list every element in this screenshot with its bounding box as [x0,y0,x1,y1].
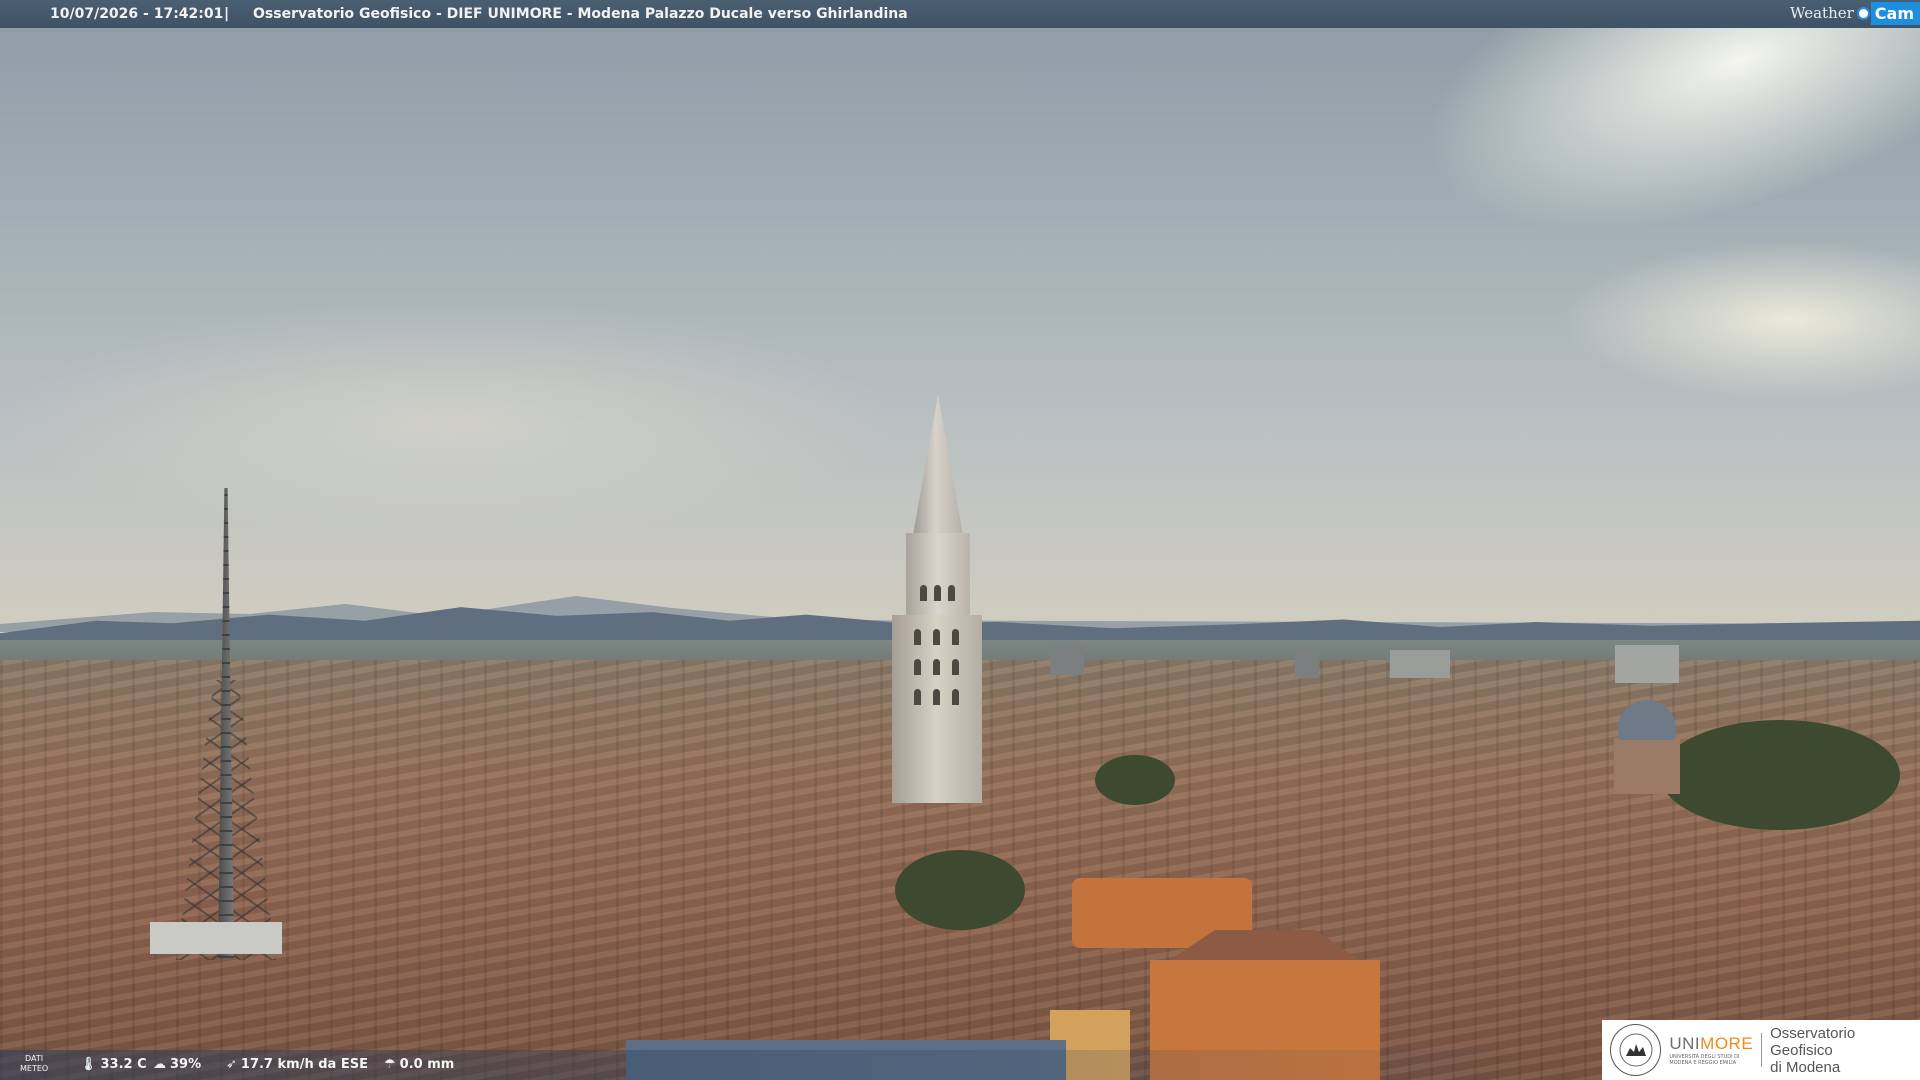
separator: | [224,6,230,22]
humidity-reading: ☁ 39% [153,1057,201,1072]
antenna-equipment [150,922,282,954]
weathercam-logo-cam: Cam [1870,1,1920,25]
tree [895,850,1025,930]
humidity-drop-icon: ☁ [153,1057,166,1072]
humidity-value: 39% [170,1057,202,1072]
tree [1660,720,1900,830]
meteo-label: DATI METEO [20,1054,49,1073]
church-drum [1614,738,1680,794]
university-seal-icon [1610,1024,1662,1076]
unimore-wordmark: UNIMORE UNIVERSITÀ DEGLI STUDI DI MODENA… [1669,1034,1754,1066]
camera-lens-icon [1856,6,1870,20]
unimore-logo-panel[interactable]: UNIMORE UNIVERSITÀ DEGLI STUDI DI MODENA… [1602,1020,1920,1080]
wind-icon: ➶ [226,1057,237,1072]
wind-value: 17.7 km/h da ESE [240,1057,368,1072]
ghirlandina-tower [892,615,982,803]
temperature-value: 33.2 C [100,1057,147,1072]
divider [1761,1033,1763,1067]
rain-reading: ☂ 0.0 mm [384,1057,454,1072]
timestamp: 10/07/2026 - 17:42:01 [50,6,224,22]
tree [1095,755,1175,805]
weathercam-logo-text: Weather [1790,4,1854,22]
office-building [1390,650,1450,678]
wind-reading: ➶ 17.7 km/h da ESE [226,1057,368,1072]
office-building [1295,648,1319,678]
observatory-name: Osservatorio Geofisico di Modena [1770,1024,1856,1076]
camera-caption: Osservatorio Geofisico - DIEF UNIMORE - … [253,6,908,22]
weather-data-bar: DATI METEO 🌡 33.2 C ☁ 39% ➶ 17.7 km/h da… [0,1050,1600,1080]
temperature-reading: 🌡 33.2 C [80,1057,147,1072]
ghirlandina-belfry [906,533,970,617]
thermometer-icon: 🌡 [80,1057,97,1072]
weathercam-logo[interactable]: Weather Cam [1790,0,1920,26]
rain-icon: ☂ [384,1057,396,1072]
webcam-image [0,0,1920,1080]
rain-value: 0.0 mm [399,1057,455,1072]
office-building [1050,645,1084,675]
header-bar: 10/07/2026 - 17:42:01 | Osservatorio Geo… [0,0,1920,28]
office-building [1615,645,1679,683]
